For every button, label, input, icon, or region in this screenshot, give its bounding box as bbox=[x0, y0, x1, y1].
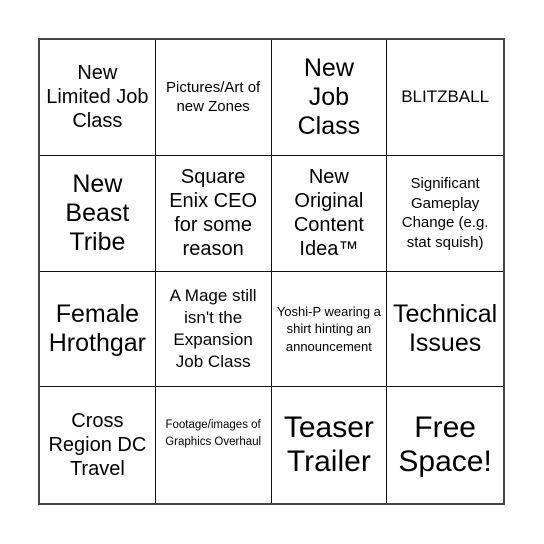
bingo-cell-r0-c3[interactable]: BLITZBALL bbox=[387, 40, 503, 156]
cell-text: Female Hrothgar bbox=[48, 300, 146, 357]
bingo-cell-r1-c0[interactable]: New Beast Tribe bbox=[40, 155, 156, 272]
cell-text: BLITZBALL bbox=[401, 87, 490, 107]
cell-text: A Mage still isn't the Expansion Job Cla… bbox=[169, 285, 257, 371]
bingo-cell-r2-c1[interactable]: A Mage still isn't the Expansion Job Cla… bbox=[155, 271, 272, 388]
bingo-cell-r3-c2[interactable]: Teaser Trailer bbox=[272, 387, 388, 503]
bingo-cell-r2-c0[interactable]: Female Hrothgar bbox=[40, 271, 156, 388]
cell-text: Technical Issues bbox=[393, 300, 498, 357]
bingo-cell-r0-c2[interactable]: New Job Class bbox=[271, 40, 388, 156]
cell-text: Footage/images of Graphics Overhaul bbox=[165, 419, 262, 449]
bingo-cell-r1-c2[interactable]: New Original Content Idea™ bbox=[271, 155, 388, 272]
bingo-cell-r1-c1[interactable]: Square Enix CEO for some reason bbox=[155, 155, 272, 272]
bingo-board: New Limited Job Class Pictures/Art of ne… bbox=[38, 38, 505, 505]
bingo-cell-r3-c1[interactable]: Footage/images of Graphics Overhaul bbox=[156, 387, 272, 503]
cell-text: Free Space! bbox=[398, 410, 492, 479]
cell-text: Square Enix CEO for some reason bbox=[169, 166, 258, 261]
cell-text: New Original Content Idea™ bbox=[293, 166, 364, 261]
bingo-cell-r1-c3[interactable]: Significant Gameplay Change (e.g. stat s… bbox=[387, 156, 503, 272]
cell-text: Significant Gameplay Change (e.g. stat s… bbox=[401, 175, 489, 251]
bingo-cell-r3-c0[interactable]: Cross Region DC Travel bbox=[40, 387, 156, 503]
cell-text: Pictures/Art of new Zones bbox=[166, 78, 261, 116]
bingo-cell-r0-c0[interactable]: New Limited Job Class bbox=[40, 40, 156, 156]
bingo-cell-r2-c3[interactable]: Technical Issues bbox=[387, 272, 503, 388]
cell-text: Yoshi-P wearing a shirt hinting an annou… bbox=[276, 303, 381, 354]
bingo-cell-r2-c2[interactable]: Yoshi-P wearing a shirt hinting an annou… bbox=[271, 271, 388, 388]
cell-text: Teaser Trailer bbox=[283, 410, 374, 479]
bingo-cell-r0-c1[interactable]: Pictures/Art of new Zones bbox=[155, 40, 272, 156]
cell-text: New Job Class bbox=[297, 54, 361, 140]
cell-text: Cross Region DC Travel bbox=[48, 410, 147, 481]
cell-text: New Beast Tribe bbox=[65, 170, 130, 256]
cell-text: New Limited Job Class bbox=[46, 62, 149, 133]
bingo-cell-r3-c3[interactable]: Free Space! bbox=[387, 387, 503, 503]
